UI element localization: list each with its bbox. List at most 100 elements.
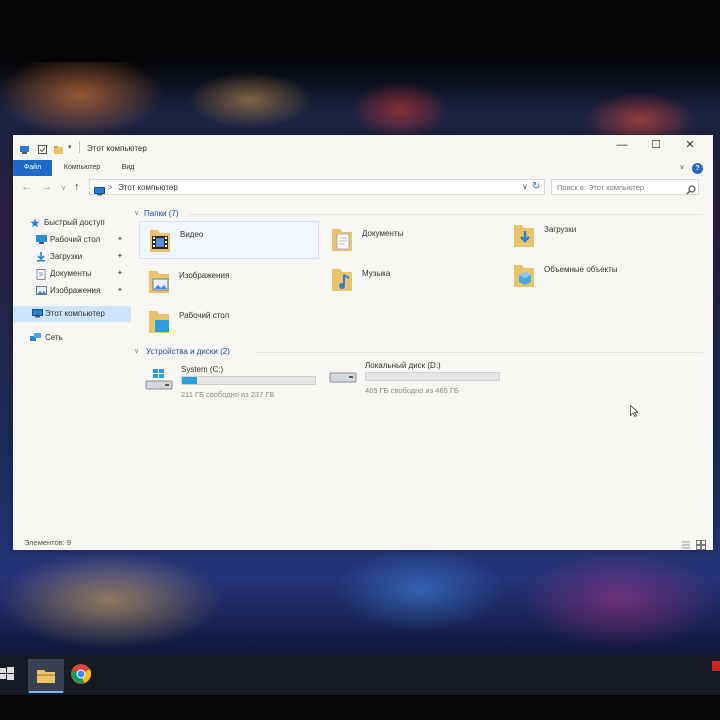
folder-label: Объемные объекты	[544, 265, 618, 274]
expand-ribbon-icon[interactable]: ∨	[677, 160, 687, 176]
monitor-bezel-bottom	[0, 695, 720, 720]
folder-tile-pictures[interactable]: Изображения	[139, 263, 319, 301]
download-icon	[36, 252, 46, 262]
address-bar[interactable]: > Этот компьютер ∨ ↻	[89, 179, 545, 196]
recent-locations-button[interactable]: ∨	[61, 184, 66, 192]
folder-label: Изображения	[179, 271, 230, 280]
drive-usage-bar	[181, 376, 316, 385]
drive-label: Локальный диск (D:)	[365, 361, 441, 370]
folder-label: Загрузки	[544, 225, 577, 234]
navigation-pane: Быстрый доступ Рабочий стол ✦ Загрузки ✦…	[13, 205, 131, 535]
folder-tile-3d-objects[interactable]: Объемные объекты	[504, 257, 684, 295]
folder-label: Рабочий стол	[179, 311, 230, 320]
folder-tile-downloads[interactable]: Загрузки	[504, 217, 684, 255]
3d-objects-folder-icon	[512, 261, 536, 289]
nav-label: Сеть	[45, 333, 63, 342]
chrome-icon[interactable]	[70, 663, 92, 690]
drives-group-header[interactable]: Устройства и диски (2)	[146, 347, 230, 356]
title-bar: ▾ Этот компьютер — ☐ ✕	[13, 135, 713, 161]
nav-label: Изображения	[50, 286, 101, 295]
tab-computer[interactable]: Компьютер	[57, 160, 107, 176]
desktop-icon	[36, 235, 47, 244]
title-separator	[79, 141, 80, 153]
address-dropdown-icon[interactable]: ∨	[522, 182, 528, 191]
address-row: ← → ∨ ↑ > Этот компьютер ∨ ↻ Поиск в: Эт…	[13, 178, 713, 198]
tab-file[interactable]: Файл	[13, 160, 52, 176]
folder-label: Документы	[362, 229, 404, 238]
folders-group-header[interactable]: Папки (7)	[144, 209, 179, 218]
drive-usage-fill	[182, 377, 197, 384]
ribbon-tabs: Файл Компьютер Вид ∨ ?	[13, 160, 713, 177]
system-drive-icon	[145, 369, 175, 396]
pin-icon: ✦	[117, 253, 123, 260]
nav-item-documents[interactable]: Документы ✦	[13, 266, 131, 282]
network-icon	[30, 333, 41, 342]
explorer-app-icon[interactable]	[19, 142, 30, 154]
folder-label: Музыка	[362, 269, 391, 278]
folder-label: Видео	[180, 230, 204, 239]
folder-tile-music[interactable]: Музыка	[322, 261, 502, 299]
nav-item-pictures[interactable]: Изображения ✦	[13, 283, 131, 299]
taskbar	[0, 655, 720, 695]
back-button[interactable]: ←	[21, 181, 32, 193]
nav-item-downloads[interactable]: Загрузки ✦	[13, 249, 131, 265]
taskbar-explorer-button[interactable]	[28, 659, 64, 693]
pictures-icon	[36, 286, 47, 295]
nav-label: Рабочий стол	[50, 235, 101, 244]
nav-label: Этот компьютер	[45, 309, 105, 318]
up-button[interactable]: ↑	[74, 181, 80, 193]
folder-tile-desktop[interactable]: Рабочий стол	[139, 303, 319, 341]
status-bar: Элементов: 9	[13, 535, 713, 550]
nav-item-network[interactable]: Сеть	[13, 330, 131, 346]
group-collapse-icon[interactable]: ∨	[134, 347, 139, 355]
document-icon	[36, 269, 46, 280]
computer-icon	[94, 183, 105, 201]
group-divider	[188, 214, 703, 215]
notification-badge[interactable]	[712, 661, 720, 671]
drive-tile-local[interactable]: Локальный диск (D:) 465 ГБ свободно из 4…	[325, 361, 515, 401]
details-view-icon[interactable]	[681, 537, 691, 555]
nav-item-desktop[interactable]: Рабочий стол ✦	[13, 232, 131, 248]
pin-icon: ✦	[117, 287, 123, 294]
window-title: Этот компьютер	[87, 144, 147, 153]
nav-item-this-pc[interactable]: Этот компьютер	[13, 306, 131, 322]
help-icon[interactable]: ?	[692, 163, 703, 174]
drive-tile-system[interactable]: System (C:) 211 ГБ свободно из 237 ГБ	[141, 365, 331, 405]
active-app-indicator	[29, 691, 63, 693]
customize-toolbar-icon[interactable]: ▾	[68, 143, 79, 154]
properties-icon[interactable]	[37, 142, 48, 154]
video-folder-icon	[148, 226, 172, 254]
maximize-button[interactable]: ☐	[639, 135, 673, 159]
nav-label: Загрузки	[50, 252, 83, 261]
search-box[interactable]: Поиск в: Этот компьютер	[551, 179, 699, 195]
search-icon[interactable]	[686, 182, 696, 200]
new-folder-icon[interactable]	[53, 142, 64, 154]
refresh-icon[interactable]: ↻	[532, 181, 540, 192]
folder-tile-video[interactable]: Видео	[139, 221, 319, 259]
drive-label: System (C:)	[181, 365, 224, 374]
forward-button[interactable]: →	[41, 181, 52, 193]
content-area: ∨ Папки (7) Видео Документы Загрузки Изо…	[133, 205, 703, 540]
downloads-folder-icon	[512, 221, 536, 249]
music-folder-icon	[330, 265, 354, 293]
local-drive-icon	[329, 369, 359, 390]
address-path: Этот компьютер	[118, 183, 178, 192]
large-icons-view-icon[interactable]	[696, 537, 706, 555]
item-count: Элементов: 9	[24, 538, 72, 547]
desktop-folder-icon	[147, 307, 171, 335]
documents-folder-icon	[330, 225, 354, 253]
minimize-button[interactable]: —	[605, 135, 639, 159]
star-icon	[30, 218, 40, 228]
folder-tile-documents[interactable]: Документы	[322, 221, 502, 259]
group-collapse-icon[interactable]: ∨	[134, 209, 139, 217]
drive-free-space: 211 ГБ свободно из 237 ГБ	[181, 390, 275, 399]
group-divider	[255, 352, 703, 353]
close-button[interactable]: ✕	[673, 135, 707, 159]
nav-label: Быстрый доступ	[44, 218, 105, 227]
tab-view[interactable]: Вид	[113, 160, 143, 176]
path-separator: >	[108, 183, 113, 192]
computer-icon	[32, 309, 43, 318]
mouse-cursor-icon	[630, 404, 640, 422]
start-icon[interactable]	[0, 667, 14, 686]
nav-item-quick-access[interactable]: Быстрый доступ	[13, 215, 131, 231]
